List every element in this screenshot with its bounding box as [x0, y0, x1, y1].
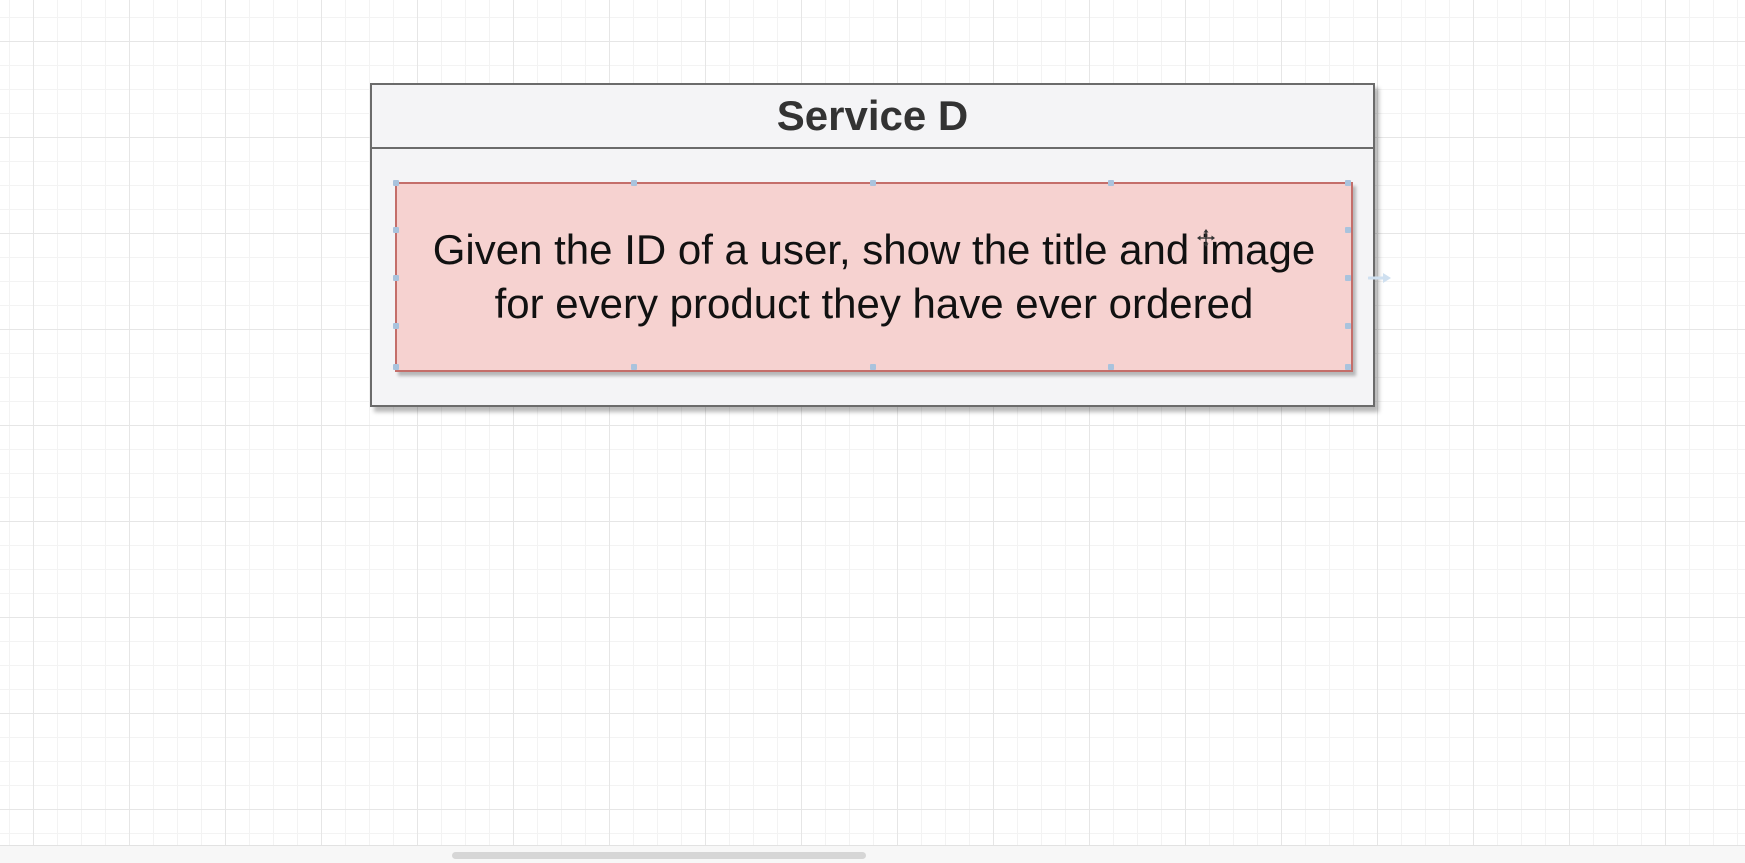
selection-handle[interactable]: [870, 180, 876, 186]
scrollbar-thumb[interactable]: [452, 852, 866, 859]
selection-handle[interactable]: [393, 364, 399, 370]
diagram-canvas[interactable]: Service D Given the ID of a user, show t…: [0, 0, 1745, 845]
horizontal-scrollbar[interactable]: [0, 845, 1745, 863]
selection-handle[interactable]: [631, 180, 637, 186]
selection-handle[interactable]: [1108, 364, 1114, 370]
move-cursor-icon: [1197, 229, 1215, 247]
selection-handle[interactable]: [1345, 364, 1351, 370]
requirement-note-text: Given the ID of a user, show the title a…: [432, 226, 1316, 327]
requirement-note[interactable]: Given the ID of a user, show the title a…: [393, 180, 1353, 372]
service-container[interactable]: Service D Given the ID of a user, show t…: [370, 83, 1375, 407]
selection-handle[interactable]: [631, 364, 637, 370]
selection-handle[interactable]: [393, 275, 399, 281]
connector-arrow-icon[interactable]: [1368, 272, 1392, 284]
selection-handle[interactable]: [1345, 180, 1351, 186]
selection-handle[interactable]: [1345, 323, 1351, 329]
service-title[interactable]: Service D: [372, 85, 1373, 149]
selection-handle[interactable]: [393, 227, 399, 233]
selection-handle[interactable]: [393, 323, 399, 329]
selection-handle[interactable]: [393, 180, 399, 186]
selection-handle[interactable]: [1345, 275, 1351, 281]
selection-handle[interactable]: [1345, 227, 1351, 233]
selection-handle[interactable]: [870, 364, 876, 370]
selection-handle[interactable]: [1108, 180, 1114, 186]
